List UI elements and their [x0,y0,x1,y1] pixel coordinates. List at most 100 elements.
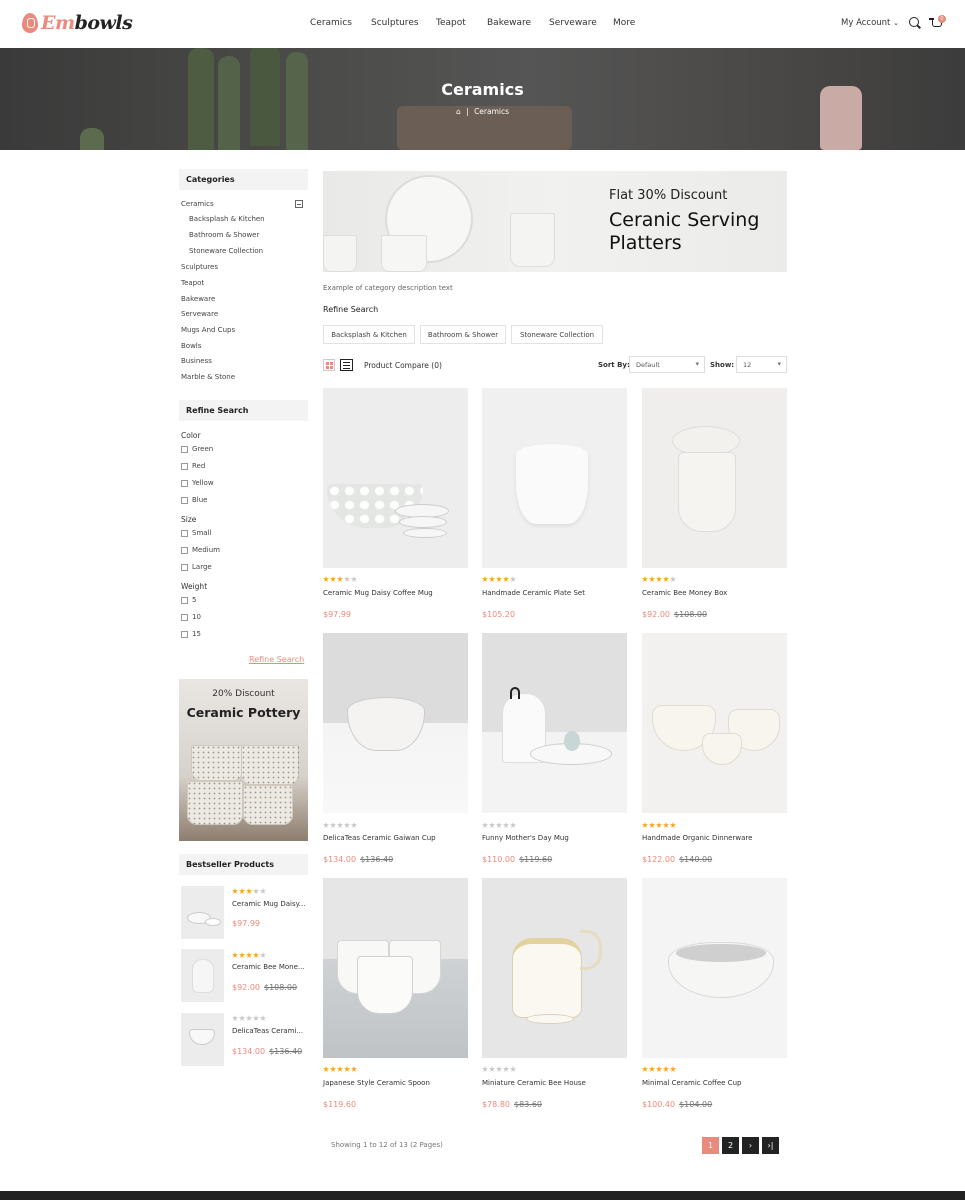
checkbox-large[interactable] [181,564,188,571]
category-sculptures[interactable]: Sculptures [181,263,218,271]
product-image[interactable] [482,388,627,568]
star-icon [656,576,662,582]
product-image[interactable] [642,878,787,1058]
product-image[interactable] [323,878,468,1058]
product-name[interactable]: Ceramic Mug Daisy Coffee Mug [323,589,433,597]
checkbox-medium[interactable] [181,547,188,554]
bestseller-name[interactable]: Ceramic Bee Mone... [232,963,305,971]
nav-item-more[interactable]: More [613,18,635,28]
product-compare-link[interactable]: Product Compare (0) [364,361,442,370]
star-icon [482,576,488,582]
checkbox-blue[interactable] [181,497,188,504]
grid-view-icon[interactable] [323,359,335,371]
old-price: $119.60 [519,855,553,864]
category-hero-banner[interactable]: Flat 30% Discount Ceranic Serving Platter… [323,171,787,272]
star-icon [482,822,488,828]
product-name[interactable]: Handmade Organic Dinnerware [642,834,752,842]
bestseller-name[interactable]: Ceramic Mug Daisy... [232,900,305,908]
category-teapot[interactable]: Teapot [181,279,204,287]
refine-search-link[interactable]: Refine Search [249,655,304,664]
refine-chip-backsplash[interactable]: Backsplash & Kitchen [323,325,415,344]
product-image[interactable] [323,388,468,568]
star-icon [642,1066,648,1072]
promo-discount: 20% Discount [212,689,275,699]
checkbox-small[interactable] [181,530,188,537]
list-view-icon[interactable] [340,359,353,371]
category-backsplash-kitchen[interactable]: Backsplash & Kitchen [189,215,265,223]
bestseller-name[interactable]: DelicaTeas Cerami... [232,1027,303,1035]
nav-item-teapot[interactable]: Teapot [436,18,466,28]
collapse-icon[interactable] [295,200,303,208]
checkbox-label: Small [192,529,212,537]
refine-chip-bathroom[interactable]: Bathroom & Shower [420,325,506,344]
rating-stars [642,822,676,828]
category-serveware[interactable]: Serveware [181,310,218,318]
bestseller-image[interactable] [181,1013,224,1066]
checkbox-weight-5[interactable] [181,597,188,604]
home-icon[interactable]: ⌂ [456,107,461,116]
star-icon [649,822,655,828]
star-icon [344,576,350,582]
checkbox-weight-10[interactable] [181,614,188,621]
star-icon [642,822,648,828]
category-bakeware[interactable]: Bakeware [181,295,215,303]
checkbox-yellow[interactable] [181,480,188,487]
checkbox-green[interactable] [181,446,188,453]
category-marble-stone[interactable]: Marble & Stone [181,373,235,381]
sidebar-promo-banner[interactable]: 20% Discount Ceramic Pottery [179,679,308,841]
product-image[interactable] [482,878,627,1058]
category-bathroom-shower[interactable]: Bathroom & Shower [189,231,259,239]
search-icon[interactable] [909,17,919,27]
category-business[interactable]: Business [181,357,212,365]
my-account-menu[interactable]: My Account ⌄ [841,18,899,28]
price: $134.00 [323,855,357,864]
show-select[interactable]: 12 [736,356,787,373]
refine-chip-stoneware[interactable]: Stoneware Collection [511,325,603,344]
cart-count-badge: 0 [938,15,946,23]
product-image[interactable] [642,388,787,568]
star-icon [323,576,329,582]
last-page-button[interactable]: ›| [762,1137,779,1154]
product-name[interactable]: Ceramic Bee Money Box [642,589,727,597]
category-mugs-and-cups[interactable]: Mugs And Cups [181,326,235,334]
product-name[interactable]: DelicaTeas Ceramic Gaiwan Cup [323,834,436,842]
nav-item-ceramics[interactable]: Ceramics [310,18,352,28]
checkbox-red[interactable] [181,463,188,470]
product-image[interactable] [642,633,787,813]
product-name[interactable]: Minimal Ceramic Coffee Cup [642,1079,741,1087]
product-name[interactable]: Japanese Style Ceramic Spoon [323,1079,430,1087]
sort-select[interactable]: Default [629,356,705,373]
nav-item-sculptures[interactable]: Sculptures [371,18,419,28]
bestseller-image[interactable] [181,886,224,939]
category-stoneware-collection[interactable]: Stoneware Collection [189,247,263,255]
nav-item-serveware[interactable]: Serveware [549,18,597,28]
bestseller-image[interactable] [181,949,224,1002]
star-icon [337,1066,343,1072]
next-page-button[interactable]: › [742,1137,759,1154]
product-name[interactable]: Handmade Ceramic Plate Set [482,589,585,597]
checkbox-weight-15[interactable] [181,631,188,638]
bestseller-price-row: $134.00 $136.40 [232,1039,302,1058]
star-icon [503,576,509,582]
product-image[interactable] [323,633,468,813]
star-icon [253,1015,259,1021]
product-name[interactable]: Funny Mother's Day Mug [482,834,569,842]
category-description: Example of category description text [323,284,453,292]
category-bowls[interactable]: Bowls [181,342,201,350]
product-price-row: $92.00 $108.00 [642,602,707,621]
star-icon [670,822,676,828]
page-1-button[interactable]: 1 [702,1137,719,1154]
rating-stars [323,822,357,828]
breadcrumb-current[interactable]: Ceramics [474,107,509,116]
star-icon [239,952,245,958]
cup-image [323,235,357,272]
star-icon [489,822,495,828]
star-icon [642,576,648,582]
product-image[interactable] [482,633,627,813]
nav-item-bakeware[interactable]: Bakeware [487,18,531,28]
page-2-button[interactable]: 2 [722,1137,739,1154]
price: $92.00 [232,983,260,992]
star-icon [496,1066,502,1072]
category-ceramics[interactable]: Ceramics [181,200,214,208]
product-name[interactable]: Miniature Ceramic Bee House [482,1079,586,1087]
